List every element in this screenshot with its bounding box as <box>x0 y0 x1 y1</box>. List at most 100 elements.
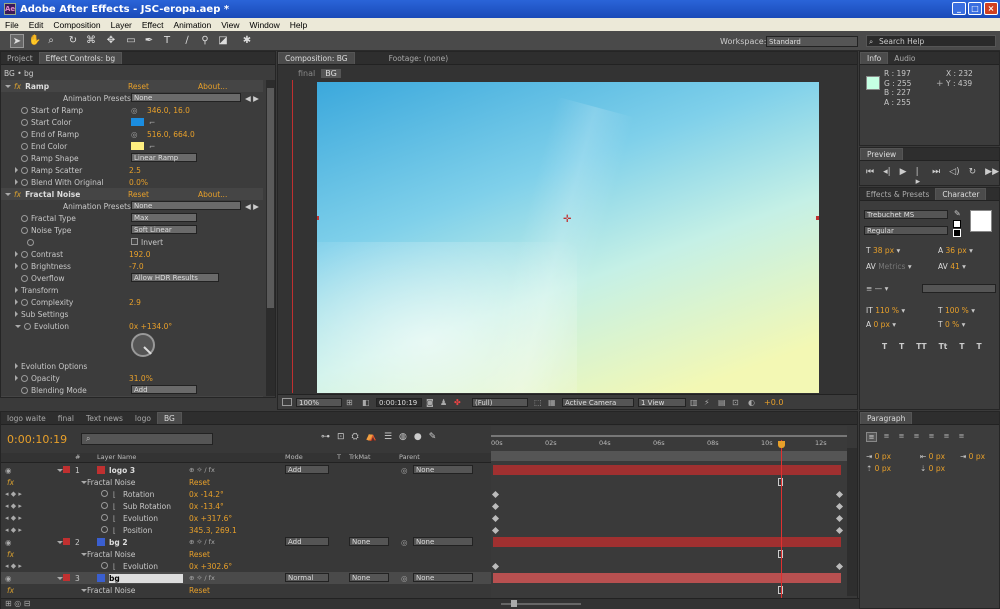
keyframe[interactable] <box>491 526 500 535</box>
always-preview-icon[interactable] <box>282 398 292 406</box>
chevron-down-icon[interactable]: ▾ <box>962 320 966 329</box>
menu-file[interactable]: File <box>0 20 24 30</box>
property-value[interactable]: 516.0, 664.0 <box>147 130 195 139</box>
camera-tool-icon[interactable]: ⌘ <box>84 34 98 48</box>
visibility-eye-icon[interactable]: ◉ <box>5 538 12 547</box>
menu-effect[interactable]: Effect <box>137 20 169 30</box>
ram-preview-icon[interactable]: ▶▶ <box>985 167 999 187</box>
zoom-tool-icon[interactable]: ⌕ <box>44 34 58 48</box>
menu-help[interactable]: Help <box>285 20 312 30</box>
keyframe[interactable] <box>835 514 844 523</box>
stopwatch-icon[interactable] <box>21 226 28 234</box>
preset-nav-arrows-icon[interactable]: ◀ ▶ <box>245 202 259 211</box>
kerning-field[interactable]: AV Metrics ▾ <box>866 262 912 271</box>
collapse-triangle-icon[interactable] <box>15 324 21 328</box>
keyframe[interactable] <box>835 526 844 535</box>
visibility-eye-icon[interactable]: ◉ <box>5 574 12 583</box>
property-dropdown[interactable]: Allow HDR Results <box>131 273 219 282</box>
property-dropdown[interactable]: Add <box>131 385 197 394</box>
timeline-current-time[interactable]: 0:00:10:19 <box>7 433 67 446</box>
stopwatch-icon[interactable] <box>101 562 108 569</box>
work-area-bar[interactable] <box>491 435 847 437</box>
clone-stamp-tool-icon[interactable]: ⚲ <box>198 34 212 48</box>
stopwatch-icon[interactable] <box>101 502 108 509</box>
vertical-scale-value[interactable]: 110 % <box>875 306 899 315</box>
expand-triangle-icon[interactable] <box>15 375 18 381</box>
search-help-field[interactable]: ⌕ Search Help <box>866 35 996 47</box>
tab-preview[interactable]: Preview <box>860 148 904 160</box>
eyedropper-icon[interactable]: ⌐ <box>149 142 155 151</box>
horizontal-scale-value[interactable]: 100 % <box>945 306 969 315</box>
stopwatch-icon[interactable] <box>21 274 28 282</box>
live-update-icon[interactable]: ⊡ <box>337 432 345 442</box>
leading-value[interactable]: 36 px <box>946 246 967 255</box>
animation-presets-dropdown[interactable]: None <box>131 201 241 210</box>
space-before-value[interactable]: 0 px <box>875 464 891 473</box>
indent-left-field[interactable]: ⇥ 0 px <box>866 452 891 461</box>
layer-mode-dropdown[interactable]: Normal <box>285 573 329 582</box>
next-frame-icon[interactable]: |▸ <box>916 167 923 187</box>
justify-all-icon[interactable]: ≡ <box>956 432 967 442</box>
mask-visibility-icon[interactable]: ◧ <box>362 398 370 407</box>
fx-icon[interactable]: fx <box>14 190 21 199</box>
region-of-interest-icon[interactable]: ⬚ <box>534 398 542 407</box>
baseline-shift-value[interactable]: 0 px <box>874 320 890 329</box>
layer-name[interactable]: bg <box>109 573 183 583</box>
font-size-value[interactable]: 38 px <box>873 246 894 255</box>
layer-duration-bar[interactable] <box>493 465 841 475</box>
layer-label-color[interactable] <box>63 466 70 473</box>
property-value[interactable]: 0.0% <box>129 178 148 187</box>
stopwatch-icon[interactable] <box>21 374 28 382</box>
graph-icon[interactable]: ⌊ <box>113 562 116 571</box>
font-family-dropdown[interactable]: Trebuchet MS <box>864 210 948 219</box>
layer-label-color[interactable] <box>63 574 70 581</box>
layer-name[interactable]: bg 2 <box>109 538 128 547</box>
toggle-switches-icon[interactable]: ⊞ ◎ ⊟ <box>5 599 30 608</box>
property-value[interactable]: 2.5 <box>129 166 141 175</box>
chevron-down-icon[interactable]: ▾ <box>962 262 966 271</box>
tab-footage[interactable]: Footage: (none) <box>383 53 455 64</box>
exposure-icon[interactable]: ◐ <box>748 398 755 407</box>
stopwatch-icon[interactable] <box>21 118 28 126</box>
expand-triangle-icon[interactable] <box>15 251 18 257</box>
layer-name[interactable]: logo 3 <box>109 466 135 475</box>
tab-timeline-text-news[interactable]: Text news <box>80 413 129 424</box>
safe-zones-icon[interactable]: ⊞ <box>346 398 353 407</box>
collapse-triangle-icon[interactable] <box>5 192 11 196</box>
hand-tool-icon[interactable]: ✋ <box>28 34 42 48</box>
expand-triangle-icon[interactable] <box>15 263 18 269</box>
work-area[interactable] <box>491 451 847 461</box>
caps-button-3[interactable]: Tt <box>939 342 948 351</box>
stopwatch-icon[interactable] <box>21 386 28 394</box>
align-center-icon[interactable]: ≡ <box>881 432 892 442</box>
caps-button-2[interactable]: TT <box>916 342 926 351</box>
layer-switches-icon[interactable]: ⊕ ☼ / fx <box>189 466 215 474</box>
menu-composition[interactable]: Composition <box>48 20 105 30</box>
layer-switches-icon[interactable]: ⊕ ☼ / fx <box>189 574 215 582</box>
layer-mode-dropdown[interactable]: Add <box>285 465 329 474</box>
keyframe-navigator-icon[interactable]: ◂ ◆ ▸ <box>5 502 22 510</box>
indent-right-field[interactable]: ⇤ 0 px <box>920 452 945 461</box>
expand-triangle-icon[interactable] <box>15 363 18 369</box>
expand-triangle-icon[interactable] <box>15 179 18 185</box>
tsume-value[interactable]: 0 % <box>945 320 959 329</box>
toggle-pixel-aspect-icon[interactable]: ▥ <box>690 398 698 407</box>
stopwatch-icon[interactable] <box>21 214 28 222</box>
tab-info[interactable]: Info <box>860 52 889 64</box>
fx-icon[interactable]: fx <box>7 550 14 559</box>
type-tool-icon[interactable]: T <box>160 34 174 48</box>
stopwatch-icon[interactable] <box>101 490 108 497</box>
keyframe[interactable] <box>491 514 500 523</box>
tracking-field[interactable]: AV 41 ▾ <box>938 262 966 271</box>
parent-pickwhip-icon[interactable]: ◎ <box>401 574 408 583</box>
parent-pickwhip-icon[interactable]: ◎ <box>401 538 408 547</box>
horizontal-scale-field[interactable]: T 100 % ▾ <box>938 306 975 315</box>
composition-viewer[interactable]: ✛ <box>317 82 819 393</box>
space-after-field[interactable]: ⇣ 0 px <box>920 464 945 473</box>
fx-icon[interactable]: fx <box>7 478 14 487</box>
keyframe-navigator-icon[interactable]: ◂ ◆ ▸ <box>5 562 22 570</box>
graph-icon[interactable]: ⌊ <box>113 514 116 523</box>
property-value[interactable]: 31.0% <box>129 374 153 383</box>
stopwatch-icon[interactable] <box>21 154 28 162</box>
tab-character[interactable]: Character <box>935 188 987 200</box>
